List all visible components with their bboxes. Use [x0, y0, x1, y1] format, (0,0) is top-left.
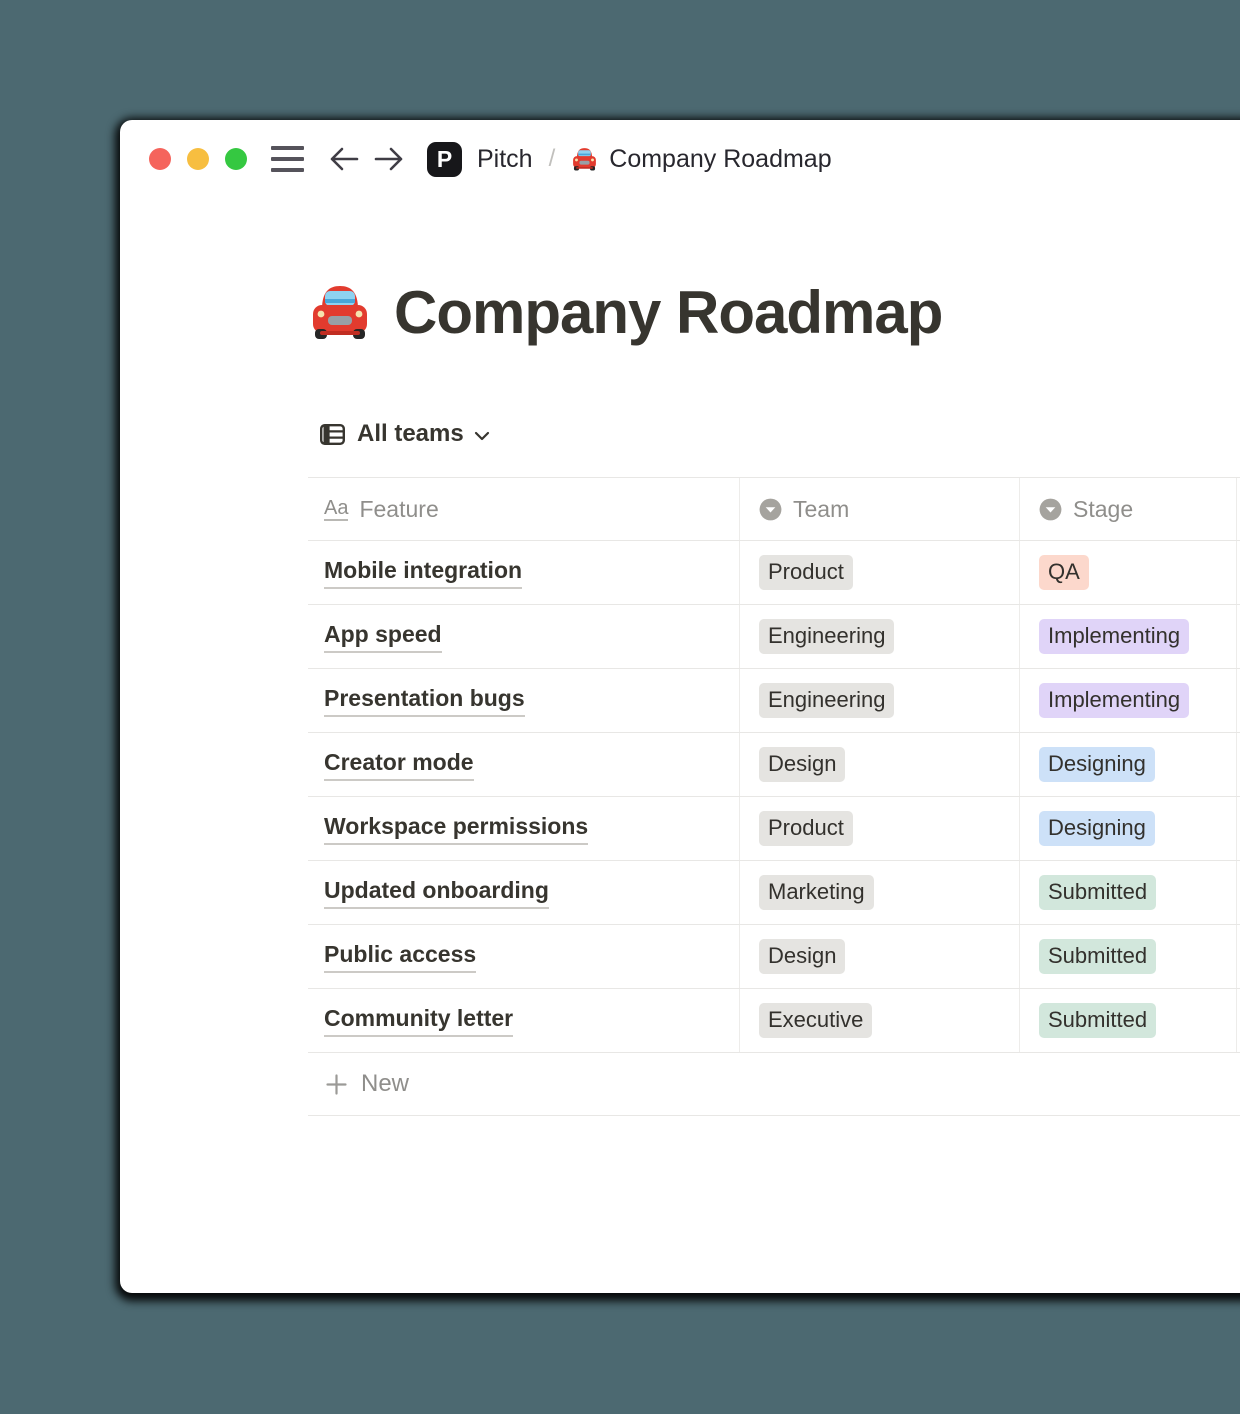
table-header-row: Aa Feature Team Stage	[308, 477, 1240, 541]
column-header-feature[interactable]: Aa Feature	[308, 478, 740, 540]
team-tag: Product	[759, 811, 853, 846]
team-tag: Design	[759, 747, 845, 782]
team-cell[interactable]: Engineering	[740, 605, 1020, 668]
feature-cell[interactable]: Updated onboarding	[308, 861, 740, 924]
team-cell[interactable]: Marketing	[740, 861, 1020, 924]
feature-title-link[interactable]: Workspace permissions	[324, 813, 588, 845]
stage-cell[interactable]: Submitted	[1020, 861, 1237, 924]
car-emoji-icon	[571, 146, 598, 173]
breadcrumb-page[interactable]: Company Roadmap	[609, 145, 831, 174]
feature-title-link[interactable]: Updated onboarding	[324, 877, 549, 909]
plus-icon	[325, 1073, 348, 1096]
stage-cell[interactable]: Designing	[1020, 797, 1237, 860]
window-titlebar: P Pitch / Company Roadmap	[149, 146, 832, 172]
stage-tag: Designing	[1039, 747, 1155, 782]
table-row: Workspace permissions Product Designing	[308, 797, 1240, 861]
stage-cell[interactable]: Designing	[1020, 733, 1237, 796]
feature-title-link[interactable]: Community letter	[324, 1005, 513, 1037]
feature-cell[interactable]: Mobile integration	[308, 541, 740, 604]
close-window-button[interactable]	[149, 148, 171, 170]
table-view-icon	[319, 421, 346, 448]
page-header: Company Roadmap	[308, 278, 942, 347]
chevron-down-icon[interactable]	[474, 431, 490, 441]
roadmap-table: Aa Feature Team Stage Mobile integration…	[308, 477, 1240, 1116]
menu-icon[interactable]	[271, 146, 304, 172]
table-row: Updated onboarding Marketing Submitted	[308, 861, 1240, 925]
feature-title-link[interactable]: App speed	[324, 621, 442, 653]
feature-cell[interactable]: App speed	[308, 605, 740, 668]
view-bar: All teams Properties	[319, 414, 1240, 454]
table-row: Creator mode Design Designing	[308, 733, 1240, 797]
page-icon-car-emoji[interactable]	[308, 281, 372, 345]
table-row: Public access Design Submitted	[308, 925, 1240, 989]
feature-title-link[interactable]: Public access	[324, 941, 476, 973]
stage-tag: QA	[1039, 555, 1089, 590]
pitch-logo[interactable]: P	[427, 142, 462, 177]
select-property-icon	[1039, 498, 1062, 521]
team-cell[interactable]: Product	[740, 541, 1020, 604]
table-row: App speed Engineering Implementing	[308, 605, 1240, 669]
stage-cell[interactable]: Submitted	[1020, 989, 1237, 1052]
team-tag: Executive	[759, 1003, 872, 1038]
column-header-stage[interactable]: Stage	[1020, 478, 1237, 540]
team-cell[interactable]: Design	[740, 733, 1020, 796]
team-cell[interactable]: Product	[740, 797, 1020, 860]
back-arrow-icon[interactable]	[328, 144, 360, 174]
stage-cell[interactable]: Implementing	[1020, 605, 1237, 668]
column-header-label: Team	[793, 496, 849, 523]
page-title: Company Roadmap	[394, 278, 942, 347]
team-tag: Engineering	[759, 619, 894, 654]
team-cell[interactable]: Executive	[740, 989, 1020, 1052]
table-row: Mobile integration Product QA	[308, 541, 1240, 605]
feature-title-link[interactable]: Presentation bugs	[324, 685, 525, 717]
new-row-button[interactable]: New	[308, 1053, 1240, 1116]
stage-tag: Implementing	[1039, 683, 1189, 718]
stage-tag: Submitted	[1039, 939, 1156, 974]
team-tag: Product	[759, 555, 853, 590]
forward-arrow-icon[interactable]	[373, 144, 405, 174]
stage-tag: Submitted	[1039, 875, 1156, 910]
stage-tag: Implementing	[1039, 619, 1189, 654]
feature-title-link[interactable]: Creator mode	[324, 749, 474, 781]
new-row-label: New	[361, 1070, 409, 1098]
column-header-label: Stage	[1073, 496, 1133, 523]
feature-title-link[interactable]: Mobile integration	[324, 557, 522, 589]
column-header-label: Feature	[359, 496, 438, 523]
feature-cell[interactable]: Public access	[308, 925, 740, 988]
column-header-team[interactable]: Team	[740, 478, 1020, 540]
view-selector[interactable]: All teams	[357, 420, 464, 448]
feature-cell[interactable]: Presentation bugs	[308, 669, 740, 732]
stage-cell[interactable]: QA	[1020, 541, 1237, 604]
minimize-window-button[interactable]	[187, 148, 209, 170]
team-tag: Design	[759, 939, 845, 974]
select-property-icon	[759, 498, 782, 521]
team-cell[interactable]: Design	[740, 925, 1020, 988]
feature-cell[interactable]: Workspace permissions	[308, 797, 740, 860]
team-tag: Marketing	[759, 875, 874, 910]
breadcrumb-separator: /	[549, 145, 556, 173]
stage-tag: Submitted	[1039, 1003, 1156, 1038]
zoom-window-button[interactable]	[225, 148, 247, 170]
text-property-icon: Aa	[324, 498, 348, 521]
stage-cell[interactable]: Submitted	[1020, 925, 1237, 988]
stage-tag: Designing	[1039, 811, 1155, 846]
feature-cell[interactable]: Community letter	[308, 989, 740, 1052]
breadcrumb-app[interactable]: Pitch	[477, 145, 533, 174]
stage-cell[interactable]: Implementing	[1020, 669, 1237, 732]
table-row: Community letter Executive Submitted	[308, 989, 1240, 1053]
team-cell[interactable]: Engineering	[740, 669, 1020, 732]
team-tag: Engineering	[759, 683, 894, 718]
app-window: P Pitch / Company Roadmap Company Roadma…	[120, 120, 1240, 1293]
table-row: Presentation bugs Engineering Implementi…	[308, 669, 1240, 733]
feature-cell[interactable]: Creator mode	[308, 733, 740, 796]
table-body: Mobile integration Product QA App speed …	[308, 541, 1240, 1053]
